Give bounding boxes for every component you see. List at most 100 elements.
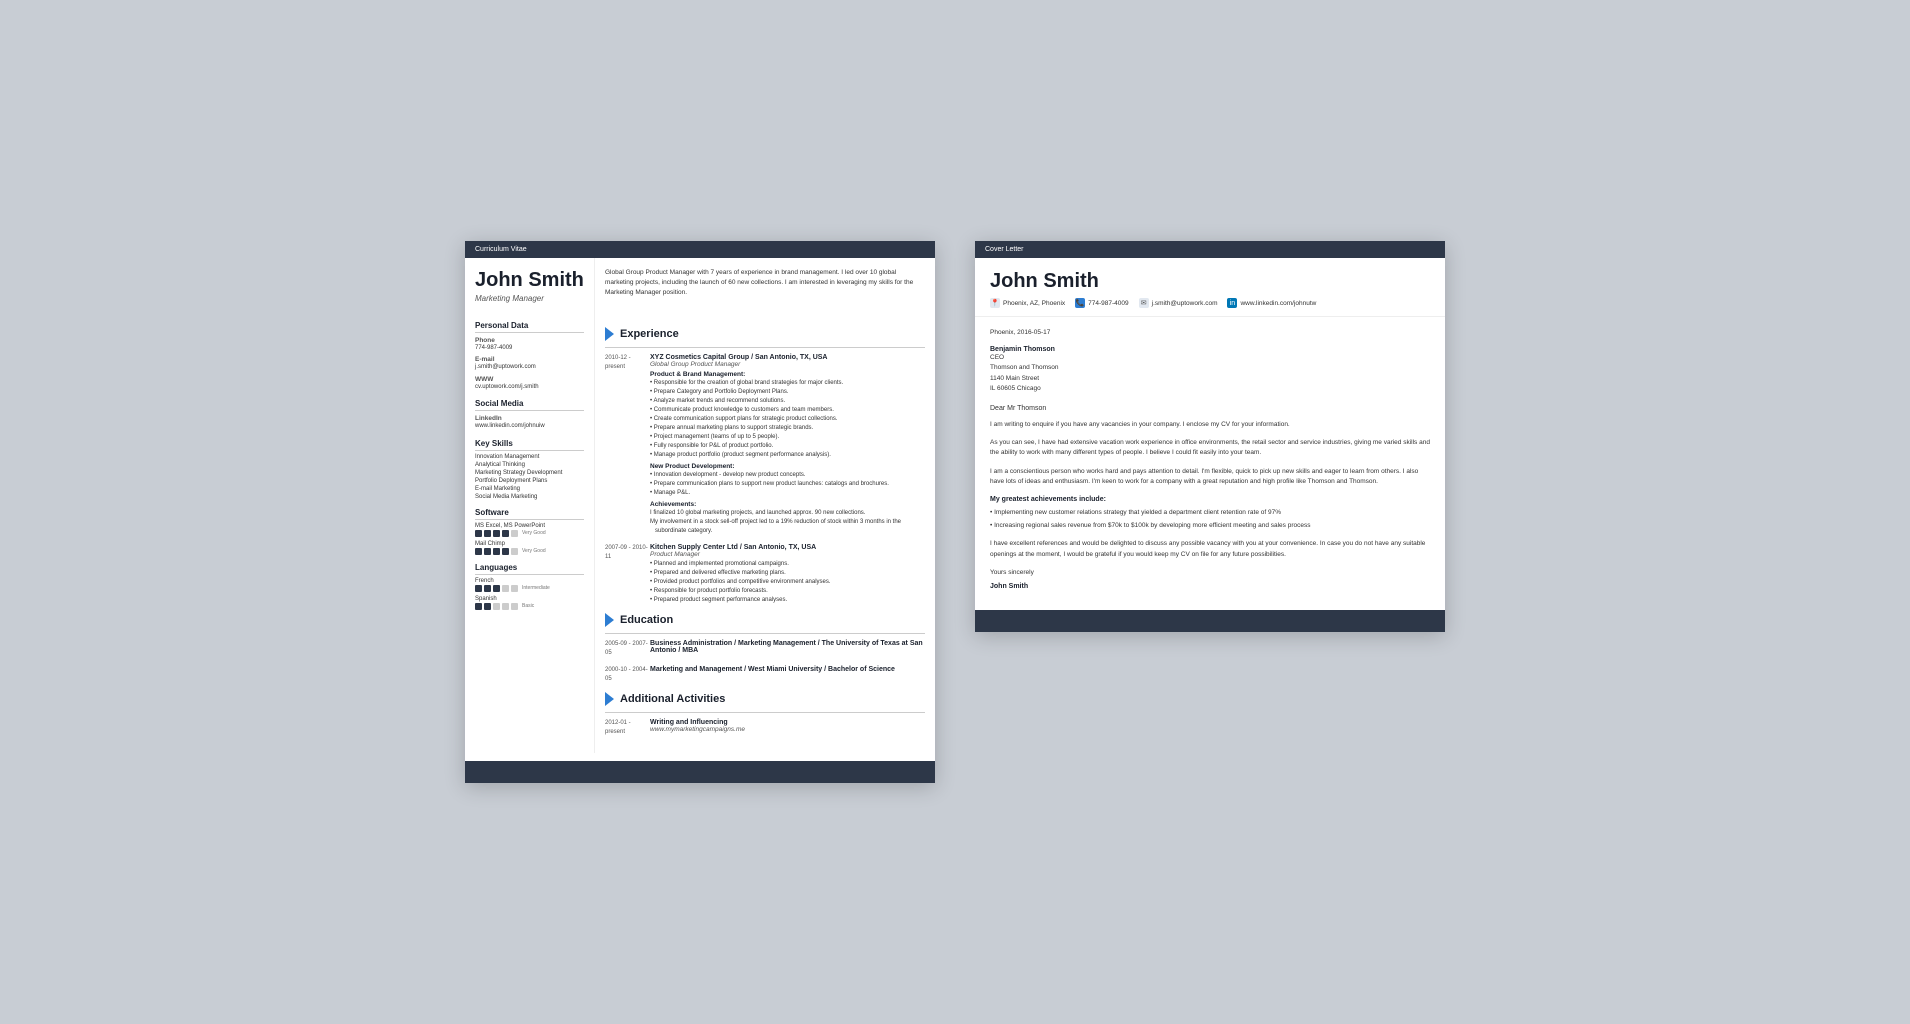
skill-5: E-mail Marketing <box>475 486 584 492</box>
exp-bullet: • Manage product portfolio (product segm… <box>650 451 925 460</box>
cv-body: Personal Data Phone 774-987-4009 E-mail … <box>465 313 935 753</box>
edu-item-2: 2000-10 - 2004-05 Marketing and Manageme… <box>605 666 925 684</box>
skill-3: Marketing Strategy Development <box>475 470 584 476</box>
software-2: Mail Chimp Very Good <box>475 541 584 555</box>
exp-bullet: I finalized 10 global marketing projects… <box>650 509 925 518</box>
documents-container: Curriculum Vitae John Smith Marketing Ma… <box>465 241 1445 783</box>
cl-email: ✉ j.smith@uptowork.com <box>1139 298 1218 308</box>
dot <box>511 530 518 537</box>
email-value: j.smith@uptowork.com <box>475 363 584 371</box>
recipient-title: CEO <box>990 353 1430 363</box>
cl-body: Phoenix, 2016-05-17 Benjamin Thomson CEO… <box>975 317 1445 602</box>
cl-email-text: j.smith@uptowork.com <box>1152 300 1218 307</box>
cv-name: John Smith <box>475 268 584 292</box>
education-title: Education <box>620 614 673 626</box>
cl-header-label: Cover Letter <box>975 241 1445 258</box>
linkedin-icon: in <box>1227 298 1237 308</box>
dot <box>493 585 500 592</box>
dot <box>502 548 509 555</box>
exp-bullet: • Prepared and delivered effective marke… <box>650 569 925 578</box>
software-2-label: Very Good <box>522 548 546 554</box>
activities-divider <box>605 712 925 713</box>
exp-1-content: XYZ Cosmetics Capital Group / San Antoni… <box>650 354 925 536</box>
recipient-company: Thomson and Thomson <box>990 363 1430 373</box>
edu-item-1: 2005-09 - 2007-05 Business Administratio… <box>605 640 925 658</box>
cl-location: 📍 Phoenix, AZ, Phoenix <box>990 298 1065 308</box>
dot <box>475 585 482 592</box>
recipient-name: Benjamin Thomson <box>990 346 1430 353</box>
phone-value: 774-987-4009 <box>475 344 584 352</box>
software-1-bar: Very Good <box>475 530 584 537</box>
cv-name-left: John Smith Marketing Manager <box>465 258 595 313</box>
languages-title: Languages <box>475 563 584 575</box>
lang-1-bar: Intermediate <box>475 585 584 592</box>
exp-bullet: • Responsible for the creation of global… <box>650 379 925 388</box>
cv-footer <box>465 761 935 783</box>
social-media-title: Social Media <box>475 399 584 411</box>
software-1: MS Excel, MS PowerPoint Very Good <box>475 523 584 537</box>
exp-2-content: Kitchen Supply Center Ltd / San Antonio,… <box>650 544 925 605</box>
email-label: E-mail <box>475 356 584 363</box>
lang-1-name: French <box>475 578 584 584</box>
linkedin-label: LinkedIn <box>475 415 584 422</box>
exp-item-1: 2010-12 - present XYZ Cosmetics Capital … <box>605 354 925 536</box>
location-icon: 📍 <box>990 298 1000 308</box>
experience-section-header: Experience <box>605 327 925 341</box>
lang-2-label: Basic <box>522 603 534 609</box>
dot <box>484 585 491 592</box>
dot <box>493 548 500 555</box>
edu-2-date: 2000-10 - 2004-05 <box>605 666 650 684</box>
lang-2: Spanish Basic <box>475 596 584 610</box>
www-label: WWW <box>475 376 584 383</box>
education-divider <box>605 633 925 634</box>
skill-1: Innovation Management <box>475 454 584 460</box>
cv-sidebar: Personal Data Phone 774-987-4009 E-mail … <box>465 313 595 753</box>
personal-data-title: Personal Data <box>475 321 584 333</box>
phone-icon: 📞 <box>1075 298 1085 308</box>
experience-divider <box>605 347 925 348</box>
linkedin-value: www.linkedin.com/johnuiw <box>475 422 584 430</box>
cover-letter-document: Cover Letter John Smith 📍 Phoenix, AZ, P… <box>975 241 1445 632</box>
exp-bullet: • Analyze market trends and recommend so… <box>650 397 925 406</box>
activity-1-date: 2012-01 - present <box>605 719 650 737</box>
recipient-address: 1140 Main Street <box>990 374 1430 384</box>
lang-2-bar: Basic <box>475 603 584 610</box>
exp-bullet: • Manage P&L. <box>650 489 925 498</box>
edu-2-content: Marketing and Management / West Miami Un… <box>650 666 925 684</box>
software-2-bar: Very Good <box>475 548 584 555</box>
exp-bullet: • Prepared product segment performance a… <box>650 596 925 605</box>
exp-1-sub-3-title: Achievements: <box>650 501 925 508</box>
cl-para-2: As you can see, I have had extensive vac… <box>990 438 1430 459</box>
activities-section-header: Additional Activities <box>605 692 925 706</box>
exp-bullet: • Prepare annual marketing plans to supp… <box>650 424 925 433</box>
cl-phone-text: 774-987-4009 <box>1088 300 1128 307</box>
activities-arrow-icon <box>605 692 614 706</box>
exp-bullet: • Prepare Category and Portfolio Deploym… <box>650 388 925 397</box>
edu-1-title: Business Administration / Marketing Mana… <box>650 640 925 654</box>
activities-title: Additional Activities <box>620 693 725 705</box>
exp-bullet: • Prepare communication plans to support… <box>650 480 925 489</box>
dot <box>511 548 518 555</box>
education-section-header: Education <box>605 613 925 627</box>
dot <box>502 530 509 537</box>
cl-footer <box>975 610 1445 632</box>
cl-para-1: I am writing to enquire if you have any … <box>990 420 1430 430</box>
cl-linkedin-text: www.linkedin.com/johnutw <box>1240 300 1316 307</box>
cv-document: Curriculum Vitae John Smith Marketing Ma… <box>465 241 935 783</box>
cl-signature: John Smith <box>990 583 1430 590</box>
cl-name: John Smith <box>990 270 1430 293</box>
cl-linkedin: in www.linkedin.com/johnutw <box>1227 298 1316 308</box>
edu-1-date: 2005-09 - 2007-05 <box>605 640 650 658</box>
cl-closing-para: I have excellent references and would be… <box>990 539 1430 560</box>
cv-name-section: John Smith Marketing Manager Global Grou… <box>465 258 935 313</box>
exp-1-position: Global Group Product Manager <box>650 361 925 368</box>
experience-title: Experience <box>620 328 679 340</box>
cl-date: Phoenix, 2016-05-17 <box>990 329 1430 336</box>
dot <box>475 548 482 555</box>
exp-2-date: 2007-09 - 2010-11 <box>605 544 650 605</box>
dot <box>475 530 482 537</box>
exp-1-company: XYZ Cosmetics Capital Group / San Antoni… <box>650 354 925 361</box>
dot <box>502 585 509 592</box>
phone-label: Phone <box>475 337 584 344</box>
www-value: cv.uptowork.com/j.smith <box>475 383 584 391</box>
